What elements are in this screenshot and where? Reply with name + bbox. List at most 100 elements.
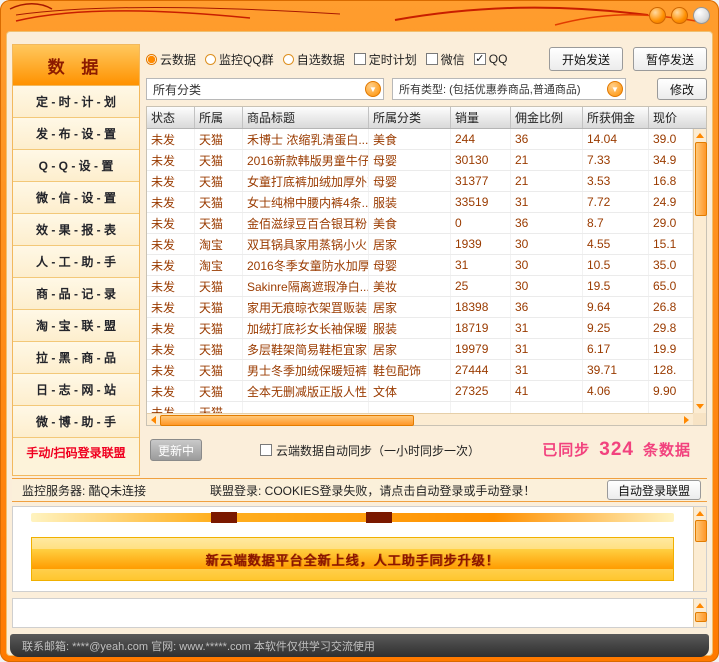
start-send-button[interactable]: 开始发送 <box>548 47 623 71</box>
radio-icon[interactable] <box>205 53 217 65</box>
checkbox-icon[interactable] <box>425 53 438 65</box>
scroll-down-icon[interactable] <box>694 401 706 413</box>
scroll-up-icon[interactable] <box>694 129 706 141</box>
table-row[interactable]: 未发 天猫 男士冬季加绒保暖短裤... 鞋包配饰 27444 31 39.71 128. <box>147 360 693 381</box>
table-row[interactable]: 未发 淘宝 双耳锅具家用蒸锅小火... 居家 1939 30 4.55 15.1 <box>147 234 693 255</box>
column-header: 现价 <box>653 111 678 125</box>
vertical-scroll-thumb[interactable] <box>695 612 707 622</box>
minimize-button[interactable] <box>649 7 666 24</box>
promo-banner[interactable]: 新云端数据平台全新上线，人工助手同步升级！ <box>31 537 674 581</box>
table-row[interactable]: 未发 天猫 Sakinre隔离遮瑕净白... 美妆 25 30 19.5 65.0 <box>147 276 693 297</box>
table-cell-ratio: 31 <box>511 318 583 338</box>
sidebar-item[interactable]: 淘 - 宝 - 联 - 盟 <box>13 310 139 342</box>
scroll-left-icon[interactable] <box>147 414 159 425</box>
pause-send-button[interactable]: 暂停发送 <box>632 47 707 71</box>
sidebar-item[interactable]: 拉 - 黑 - 商 - 品 <box>13 342 139 374</box>
checkbox-icon[interactable]: ✓ <box>473 53 486 65</box>
horizontal-scroll-thumb[interactable] <box>160 415 414 426</box>
scroll-up-icon[interactable] <box>694 507 706 519</box>
type-select[interactable]: 所有类型: (包括优惠券商品,普通商品) ▼ <box>392 78 626 100</box>
checkbox-option[interactable]: 微信 <box>425 51 465 68</box>
checkbox-icon[interactable] <box>353 53 366 65</box>
auto-sync-option[interactable]: 云端数据自动同步（一小时同步一次） <box>260 442 480 459</box>
checkbox-option[interactable]: ✓ QQ <box>473 52 508 66</box>
sidebar-item-label: 定 - 时 - 计 - 划 <box>36 95 116 109</box>
modify-button[interactable]: 修改 <box>656 78 707 100</box>
table-cell-title: 女士纯棉中腰内裤4条... <box>243 192 369 212</box>
checkbox-label: 定时计划 <box>368 52 417 67</box>
table-horizontal-scrollbar[interactable] <box>147 413 693 426</box>
panel-vertical-scrollbar[interactable] <box>693 599 707 627</box>
table-cell-category: 美食 <box>369 129 451 149</box>
sidebar-item[interactable]: 微 - 博 - 助 - 手 <box>13 406 139 438</box>
checkbox-icon[interactable] <box>260 444 272 456</box>
titlebar[interactable] <box>0 0 719 31</box>
sidebar-item[interactable]: Q - Q - 设 - 置 <box>13 150 139 182</box>
table-row[interactable]: 未发 天猫 女士纯棉中腰内裤4条... 服装 33519 31 7.72 24.9 <box>147 192 693 213</box>
table-cell-ratio: 21 <box>511 150 583 170</box>
sidebar-item[interactable]: 人 - 工 - 助 - 手 <box>13 246 139 278</box>
sidebar-item[interactable]: 商 - 品 - 记 - 录 <box>13 278 139 310</box>
chevron-down-icon[interactable]: ▼ <box>365 81 381 97</box>
table-cell-status: 未发 <box>147 276 195 296</box>
table-cell-sales: 33519 <box>451 192 511 212</box>
table-cell-price: 39.0 <box>649 129 693 149</box>
table-cell-ratio: 30 <box>511 234 583 254</box>
chevron-down-icon[interactable]: ▼ <box>607 81 623 97</box>
scroll-right-icon[interactable] <box>681 414 693 425</box>
titlebar-decoration-icon <box>9 3 703 26</box>
sidebar-item[interactable]: 效 - 果 - 报 - 表 <box>13 214 139 246</box>
scroll-up-icon[interactable] <box>694 599 706 611</box>
table-cell-shop: 天猫 <box>195 192 243 212</box>
table-row[interactable]: 未发 天猫 多层鞋架简易鞋柜宜家... 居家 19979 31 6.17 19.9 <box>147 339 693 360</box>
radio-label: 云数据 <box>160 52 197 67</box>
sidebar-item[interactable]: 发 - 布 - 设 - 置 <box>13 118 139 150</box>
embedded-browser-panel: 新云端数据平台全新上线，人工助手同步升级！ <box>12 506 707 592</box>
maximize-button[interactable] <box>671 7 688 24</box>
vertical-scroll-thumb[interactable] <box>695 142 707 216</box>
table-row[interactable]: 未发 天猫 女童打底裤加绒加厚外穿 母婴 31377 21 3.53 16.8 <box>147 171 693 192</box>
table-row[interactable]: 未发 天猫 家用无痕晾衣架罝贩装... 居家 18398 36 9.64 26.8 <box>147 297 693 318</box>
vertical-scroll-thumb[interactable] <box>695 520 707 542</box>
auto-login-button[interactable]: 自动登录联盟 <box>606 480 701 500</box>
table-cell-sales: 27325 <box>451 381 511 401</box>
checkbox-label: QQ <box>488 52 508 66</box>
radio-icon[interactable] <box>146 53 157 65</box>
radio-option[interactable]: 云数据 <box>146 51 196 68</box>
table-row[interactable]: 未发 天猫 <box>147 402 693 413</box>
sidebar-item[interactable]: 日 - 志 - 网 - 站 <box>13 374 139 406</box>
table-row[interactable]: 未发 淘宝 2016冬季女童防水加厚... 母婴 31 30 10.5 35.0 <box>147 255 693 276</box>
radio-option[interactable]: 监控QQ群 <box>205 51 274 68</box>
radio-label: 自选数据 <box>296 52 345 67</box>
panel-vertical-scrollbar[interactable] <box>693 507 707 591</box>
sidebar-item[interactable]: 定 - 时 - 计 - 划 <box>13 86 139 118</box>
column-header: 所获佣金 <box>583 107 649 128</box>
sync-status-prefix: 已同步 <box>542 442 591 459</box>
table-row[interactable]: 未发 天猫 金佰滋绿豆百合银耳粉... 美食 0 36 8.7 29.0 <box>147 213 693 234</box>
close-button[interactable] <box>693 7 710 24</box>
sidebar-item-label: 微 - 博 - 助 - 手 <box>36 415 116 429</box>
table-cell-sales: 31 <box>451 255 511 275</box>
table-cell-commission: 9.25 <box>583 318 649 338</box>
table-cell-price: 19.9 <box>649 339 693 359</box>
table-cell-price: 35.0 <box>649 255 693 275</box>
table-row[interactable]: 未发 天猫 2016新款韩版男童牛仔裤 母婴 30130 21 7.33 34.9 <box>147 150 693 171</box>
sidebar-item[interactable]: 微 - 信 - 设 - 置 <box>13 182 139 214</box>
sidebar-login-link[interactable]: 手动/扫码登录联盟 <box>13 438 139 466</box>
table-cell-category: 美妆 <box>369 276 451 296</box>
category-select[interactable]: 所有分类 ▼ <box>146 78 384 100</box>
table-row[interactable]: 未发 天猫 禾博士 浓缩乳清蛋白... 美食 244 36 14.04 39.0 <box>147 129 693 150</box>
checkbox-option[interactable]: 定时计划 <box>353 51 417 68</box>
footer-text: 联系邮箱: ****@yeah.com 官网: www.*****.com 本软… <box>22 640 375 653</box>
radio-option[interactable]: 自选数据 <box>282 51 345 68</box>
table-row[interactable]: 未发 天猫 加绒打底衫女长袖保暖... 服装 18719 31 9.25 29.8 <box>147 318 693 339</box>
monitor-server-status: 监控服务器: 酷Q未连接 <box>22 483 147 498</box>
radio-icon[interactable] <box>282 53 294 65</box>
table-cell-ratio: 30 <box>511 276 583 296</box>
data-source-radio-group: 云数据 监控QQ群 自选数据 <box>146 51 354 68</box>
product-table: 状态 所属 商品标题 所属分类 销量 佣金比例 所获佣金 现价 未发 天猫 禾博士 浓缩乳清蛋白.… <box>146 106 707 426</box>
table-cell-title: 男士冬季加绒保暖短裤... <box>243 360 369 380</box>
table-row[interactable]: 未发 天猫 全本无删减版正版人性... 文体 27325 41 4.06 9.90 <box>147 381 693 402</box>
table-vertical-scrollbar[interactable] <box>693 129 707 413</box>
updating-button[interactable]: 更新中 <box>150 439 202 461</box>
